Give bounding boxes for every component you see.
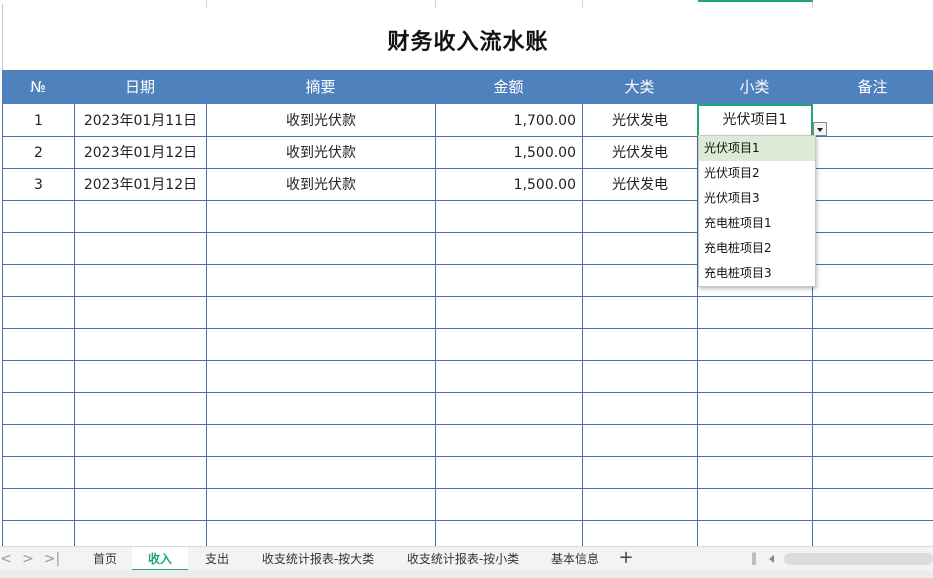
grid-line xyxy=(2,392,933,393)
tab-report-by-subcategory[interactable]: 收支统计报表-按小类 xyxy=(390,547,536,571)
cell-no[interactable]: 3 xyxy=(3,169,74,201)
nav-next-icon[interactable]: > xyxy=(18,549,38,569)
grid-line xyxy=(2,424,933,425)
nav-last-icon[interactable]: >| xyxy=(42,549,62,569)
header-amount: 金额 xyxy=(493,78,524,96)
tab-report-by-category[interactable]: 收支统计报表-按大类 xyxy=(246,547,390,571)
spreadsheet-grid[interactable]: 财务收入流水账 № 日期 摘要 金额 大类 小类 备注 1 2023年01月11… xyxy=(0,0,933,546)
cell-date[interactable]: 2023年01月12日 xyxy=(75,169,206,201)
tab-home[interactable]: 首页 xyxy=(78,547,132,571)
header-row: № 日期 摘要 金额 大类 小类 备注 xyxy=(2,70,933,104)
grid-line xyxy=(2,296,933,297)
page-title: 财务收入流水账 xyxy=(387,30,549,55)
cell-amount[interactable]: 1,700.00 xyxy=(436,105,582,137)
cell-no[interactable]: 2 xyxy=(3,137,74,169)
column-selected-indicator xyxy=(698,0,813,2)
grid-line xyxy=(2,456,933,457)
dropdown-option[interactable]: 光伏项目2 xyxy=(699,161,815,186)
cell-category[interactable]: 光伏发电 xyxy=(583,105,697,137)
title-row[interactable]: 财务收入流水账 xyxy=(2,4,933,70)
header-note: 备注 xyxy=(857,78,888,96)
header-date: 日期 xyxy=(124,78,155,96)
dropdown-option[interactable]: 充电桩项目3 xyxy=(699,261,815,286)
cell-date[interactable]: 2023年01月12日 xyxy=(75,137,206,169)
nav-first-icon[interactable]: < xyxy=(0,549,16,569)
header-subcategory: 小类 xyxy=(739,78,770,96)
status-bar xyxy=(0,570,933,578)
dropdown-option[interactable]: 充电桩项目2 xyxy=(699,236,815,261)
cell-no[interactable]: 1 xyxy=(3,105,74,137)
add-sheet-icon[interactable]: + xyxy=(616,547,636,571)
cell-category[interactable]: 光伏发电 xyxy=(583,137,697,169)
subcategory-dropdown-list[interactable]: 光伏项目1 光伏项目2 光伏项目3 充电桩项目1 充电桩项目2 充电桩项目3 xyxy=(698,135,816,287)
sheet-tab-bar: < > >| 首页 收入 支出 收支统计报表-按大类 收支统计报表-按小类 基本… xyxy=(0,546,933,571)
splitter-handle[interactable]: ‖ xyxy=(751,551,757,565)
grid-line xyxy=(2,520,933,521)
grid-line xyxy=(2,488,933,489)
header-summary: 摘要 xyxy=(305,78,336,96)
tab-income[interactable]: 收入 xyxy=(132,547,188,571)
scroll-left-icon[interactable] xyxy=(766,552,778,566)
grid-line xyxy=(2,328,933,329)
cell-category[interactable]: 光伏发电 xyxy=(583,169,697,201)
dropdown-option[interactable]: 充电桩项目1 xyxy=(699,211,815,236)
header-no: № xyxy=(30,78,46,96)
header-category: 大类 xyxy=(624,78,655,96)
cell-amount[interactable]: 1,500.00 xyxy=(436,169,582,201)
selected-cell-subcategory[interactable]: 光伏项目1 xyxy=(697,104,813,137)
dropdown-arrow-icon[interactable] xyxy=(813,122,827,136)
cell-summary[interactable]: 收到光伏款 xyxy=(207,105,435,137)
cell-note[interactable] xyxy=(813,105,933,137)
dropdown-option[interactable]: 光伏项目1 xyxy=(699,136,815,161)
cell-note[interactable] xyxy=(813,137,933,169)
grid-line xyxy=(2,360,933,361)
cell-amount[interactable]: 1,500.00 xyxy=(436,137,582,169)
cell-note[interactable] xyxy=(813,169,933,201)
tab-basic-info[interactable]: 基本信息 xyxy=(536,547,614,571)
tab-expense[interactable]: 支出 xyxy=(188,547,246,571)
cell-summary[interactable]: 收到光伏款 xyxy=(207,137,435,169)
dropdown-option[interactable]: 光伏项目3 xyxy=(699,186,815,211)
cell-summary[interactable]: 收到光伏款 xyxy=(207,169,435,201)
cell-date[interactable]: 2023年01月11日 xyxy=(75,105,206,137)
horizontal-scrollbar[interactable] xyxy=(784,553,933,565)
